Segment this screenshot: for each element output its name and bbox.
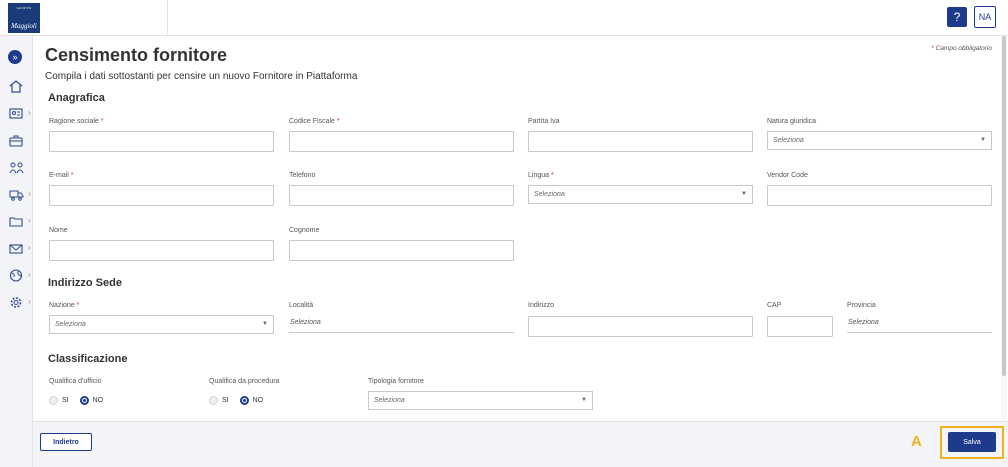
label-nazione: Nazione * [49,302,80,309]
label-qualifica-ufficio: Qualifica d'ufficio [49,378,102,385]
sidebar-item-users[interactable] [4,160,32,176]
users-icon [9,162,24,174]
label-lingua: Lingua * [528,172,554,179]
maggioli-logo[interactable]: GRUPPO Maggioli [8,3,40,33]
chevron-right-icon: › [28,189,31,198]
qualifica-procedura-radio-group: SI NO [209,396,274,405]
sidebar-item-briefcase[interactable] [4,133,32,149]
label-provincia: Provincia [847,302,876,309]
label-telefono: Telefono [289,172,316,179]
lingua-select[interactable]: Seleziona ▼ [528,185,753,204]
main-content: Censimento fornitore Compila i dati sott… [33,36,1008,421]
chevron-right-icon: › [28,108,31,117]
label-email: E-mail * [49,172,74,179]
sidebar-item-anagrafica[interactable]: › [4,106,32,122]
sidebar-item-globe[interactable]: › [4,268,32,284]
section-indirizzo-title: Indirizzo Sede [48,277,122,289]
dropdown-arrow-icon: ▼ [581,397,587,403]
gear-icon [10,297,22,308]
sidebar: » › › › › › › [0,36,33,467]
label-localita: Località [289,302,314,309]
page-title: Censimento fornitore [45,45,228,65]
chevron-right-icon: › [28,216,31,225]
telefono-input[interactable] [289,185,514,206]
cognome-input[interactable] [289,240,514,261]
footer-bar: Indietro A Salva [33,421,1008,467]
save-button[interactable]: Salva [948,432,996,452]
dropdown-arrow-icon: ▼ [741,191,747,197]
section-classificazione-title: Classificazione [48,353,128,365]
chevron-right-icon: › [28,270,31,279]
sidebar-expand-icon[interactable]: » [8,50,22,64]
label-tipologia-fornitore: Tipologia fornitore [368,378,424,385]
id-card-icon [9,108,23,119]
qualifica-ufficio-no-option[interactable]: NO [79,396,103,405]
label-qualifica-procedura: Qualifica da procedura [209,378,280,385]
logo-small-text: GRUPPO [16,6,32,10]
scrollbar[interactable] [1001,36,1007,421]
provincia-field[interactable]: Seleziona [847,315,992,333]
required-note: * Campo obbligatorio [931,45,992,52]
nome-input[interactable] [49,240,274,261]
radio-no-selected[interactable] [239,396,249,405]
nazione-select[interactable]: Seleziona ▼ [49,315,274,334]
label-indirizzo: Indirizzo [528,302,555,309]
vendor-code-input[interactable] [767,185,992,206]
label-partita-iva: Partita Iva [528,118,560,125]
folder-icon [9,217,23,227]
radio-no-selected[interactable] [79,396,89,405]
mail-icon [9,244,23,254]
help-button[interactable]: ? [947,7,967,27]
partita-iva-input[interactable] [528,131,753,152]
chevron-right-icon: › [28,297,31,306]
sidebar-item-settings[interactable]: › [4,295,32,311]
radio-si[interactable] [209,396,218,405]
back-button[interactable]: Indietro [40,433,92,451]
label-ragione-sociale: Ragione sociale * [49,118,104,125]
radio-si[interactable] [49,396,58,405]
ragione-sociale-input[interactable] [49,131,274,152]
dropdown-arrow-icon: ▼ [262,321,268,327]
label-natura-giuridica: Natura giuridica [767,118,817,125]
dropdown-arrow-icon: ▼ [980,137,986,143]
cap-input[interactable] [767,316,833,337]
qualifica-procedura-si-option[interactable]: SI [209,396,229,405]
home-icon [9,80,23,93]
scrollbar-thumb[interactable] [1002,36,1006,376]
top-bar: GRUPPO Maggioli ? NA [0,0,1008,36]
user-avatar[interactable]: NA [974,6,996,28]
label-cap: CAP [767,302,782,309]
tipologia-fornitore-select[interactable]: Seleziona ▼ [368,391,593,410]
top-divider [167,0,168,36]
page-subtitle: Compila i dati sottostanti per censire u… [45,71,358,82]
sidebar-item-home[interactable] [4,79,32,95]
qualifica-ufficio-radio-group: SI NO [49,396,114,405]
localita-field[interactable]: Seleziona [289,315,514,333]
globe-icon [9,269,23,282]
sidebar-item-mail[interactable]: › [4,241,32,257]
qualifica-procedura-no-option[interactable]: NO [239,396,263,405]
qualifica-ufficio-si-option[interactable]: SI [49,396,69,405]
label-vendor-code: Vendor Code [767,172,808,179]
codice-fiscale-input[interactable] [289,131,514,152]
logo-text: Maggioli [11,22,37,30]
indirizzo-input[interactable] [528,316,753,337]
natura-giuridica-select[interactable]: Seleziona ▼ [767,131,992,150]
section-anagrafica-title: Anagrafica [48,92,105,104]
email-input[interactable] [49,185,274,206]
sidebar-item-truck[interactable]: › [4,187,32,203]
sidebar-item-folder[interactable]: › [4,214,32,230]
label-codice-fiscale: Codice Fiscale * [289,118,340,125]
chevron-right-icon: › [28,243,31,252]
label-nome: Nome [49,227,68,234]
annotation-label: A [911,433,922,450]
label-cognome: Cognome [289,227,320,234]
briefcase-icon [9,135,23,147]
truck-icon [9,190,24,201]
